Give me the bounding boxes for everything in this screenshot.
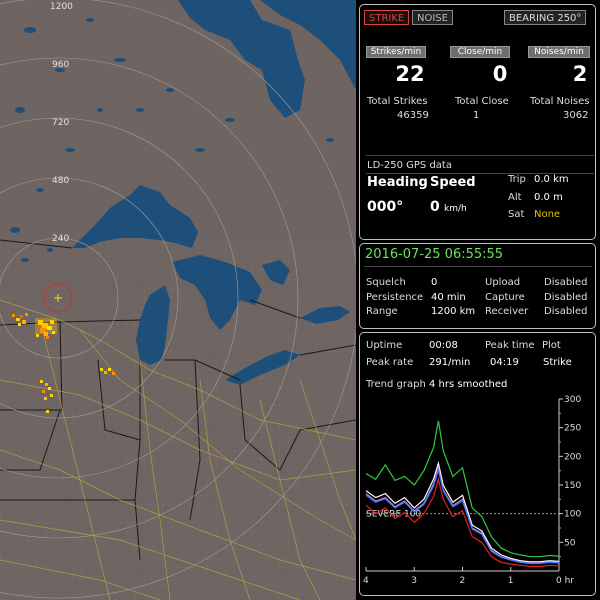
trip-value: 0.0 km (534, 174, 569, 185)
y-tick-label: 200 (564, 452, 581, 462)
close-per-min-header: Close/min (450, 46, 510, 58)
trend-series-line (365, 420, 560, 558)
x-tick-label: 3 (411, 576, 417, 586)
strikes-per-min-header: Strikes/min (366, 46, 426, 58)
y-tick-label: 50 (564, 538, 576, 548)
range-label-480: 480 (52, 176, 70, 186)
total-noises-label: Total Noises (530, 96, 590, 107)
strike-button[interactable]: STRIKE (364, 10, 410, 25)
status-box: 2016-07-25 06:55:55 Squelch 0 Persistenc… (359, 243, 596, 329)
persistence-value: 40 min (431, 292, 466, 303)
range-value: 1200 km (431, 306, 476, 317)
speed-unit: km/h (444, 204, 467, 214)
gps-title: LD-250 GPS data (367, 160, 452, 171)
y-tick-label: 100 (564, 510, 581, 520)
noise-button[interactable]: NOISE (412, 10, 453, 25)
noises-per-min-header: Noises/min (528, 46, 590, 58)
range-label-1200: 1200 (50, 2, 73, 12)
x-tick-label: 4 (363, 576, 369, 586)
date-time: 2016-07-25 06:55:55 (365, 247, 504, 262)
receiver-value: Disabled (544, 306, 588, 317)
range-label-720: 720 (52, 118, 70, 128)
squelch-value: 0 (431, 277, 438, 288)
speed-value: 0 (430, 199, 440, 215)
receiver-label: Receiver (485, 306, 529, 317)
upload-value: Disabled (544, 277, 588, 288)
trend-box: Uptime 00:08 Peak time Plot Peak rate 29… (359, 332, 596, 596)
map-canvas (0, 0, 356, 600)
gps-separator (366, 155, 594, 156)
upload-label: Upload (485, 277, 521, 288)
trip-label: Trip (508, 174, 526, 185)
alt-label: Alt (508, 192, 522, 203)
trend-chart: 300250200150100504 3 2 1 0 hrSEVERE 100 (363, 395, 581, 586)
range-label: Range (366, 306, 398, 317)
x-tick-label: 1 (508, 576, 514, 586)
total-noises-value: 3062 (563, 110, 589, 121)
heading-label: Heading (367, 175, 428, 190)
y-tick-label: 250 (564, 424, 581, 434)
total-strikes-value: 46359 (397, 110, 429, 121)
trend-series-line (365, 476, 560, 567)
bearing-button[interactable]: BEARING 250° (504, 10, 587, 25)
sat-value: None (534, 209, 561, 220)
total-strikes-label: Total Strikes (367, 96, 428, 107)
range-label-960: 960 (52, 60, 70, 70)
capture-label: Capture (485, 292, 525, 303)
y-tick-label: 150 (564, 481, 581, 491)
strikes-per-min-value: 22 (395, 62, 425, 86)
range-label-240: 240 (52, 234, 70, 244)
counters-box: STRIKE NOISE BEARING 250° Strikes/min Cl… (359, 4, 596, 240)
speed-label: Speed (430, 175, 476, 190)
x-tick-label: 2 (460, 576, 466, 586)
persistence-label: Persistence (366, 292, 424, 303)
total-close-label: Total Close (455, 96, 509, 107)
lightning-map[interactable]: 1200 960 720 480 240 (0, 0, 356, 600)
total-close-value: 1 (473, 110, 480, 121)
y-tick-label: 300 (564, 395, 581, 405)
capture-value: Disabled (544, 292, 588, 303)
alt-value: 0.0 m (534, 192, 563, 203)
close-per-min-value: 0 (492, 62, 508, 86)
sat-label: Sat (508, 209, 525, 220)
noises-per-min-value: 2 (572, 62, 588, 86)
squelch-label: Squelch (366, 277, 406, 288)
heading-value: 000° (367, 199, 404, 215)
x-tick-label: 0 hr (556, 576, 574, 586)
status-separator (364, 266, 592, 267)
side-panel: STRIKE NOISE BEARING 250° Strikes/min Cl… (356, 0, 600, 600)
